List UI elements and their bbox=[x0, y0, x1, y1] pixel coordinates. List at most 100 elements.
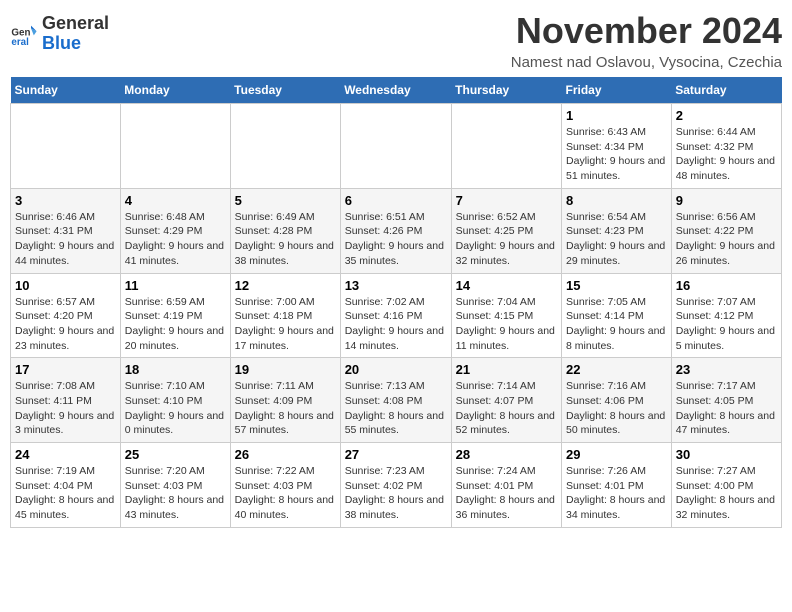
day-number: 7 bbox=[456, 193, 557, 208]
title-block: November 2024 Namest nad Oslavou, Vysoci… bbox=[511, 10, 782, 71]
calendar-table: SundayMondayTuesdayWednesdayThursdayFrid… bbox=[10, 77, 782, 528]
day-info: Sunrise: 6:44 AM Sunset: 4:32 PM Dayligh… bbox=[676, 125, 777, 184]
calendar-cell: 26 Sunrise: 7:22 AM Sunset: 4:03 PM Dayli… bbox=[230, 443, 340, 528]
day-info: Sunrise: 6:54 AM Sunset: 4:23 PM Dayligh… bbox=[566, 210, 667, 269]
day-info: Sunrise: 7:16 AM Sunset: 4:06 PM Dayligh… bbox=[566, 379, 667, 438]
day-info: Sunrise: 7:17 AM Sunset: 4:05 PM Dayligh… bbox=[676, 379, 777, 438]
calendar-cell bbox=[120, 104, 230, 189]
day-number: 3 bbox=[15, 193, 116, 208]
day-number: 23 bbox=[676, 362, 777, 377]
calendar-cell: 3 Sunrise: 6:46 AM Sunset: 4:31 PM Daylig… bbox=[11, 188, 121, 273]
day-number: 28 bbox=[456, 447, 557, 462]
day-info: Sunrise: 7:05 AM Sunset: 4:14 PM Dayligh… bbox=[566, 295, 667, 354]
day-number: 19 bbox=[235, 362, 336, 377]
day-number: 17 bbox=[15, 362, 116, 377]
calendar-cell: 23 Sunrise: 7:17 AM Sunset: 4:05 PM Dayli… bbox=[671, 358, 781, 443]
day-info: Sunrise: 7:26 AM Sunset: 4:01 PM Dayligh… bbox=[566, 464, 667, 523]
calendar-cell: 1 Sunrise: 6:43 AM Sunset: 4:34 PM Daylig… bbox=[562, 104, 672, 189]
day-info: Sunrise: 7:20 AM Sunset: 4:03 PM Dayligh… bbox=[125, 464, 226, 523]
calendar-week-1: 1 Sunrise: 6:43 AM Sunset: 4:34 PM Daylig… bbox=[11, 104, 782, 189]
calendar-cell: 13Sunrise: 7:02 AM Sunset: 4:16 PM Dayli… bbox=[340, 273, 451, 358]
calendar-cell bbox=[340, 104, 451, 189]
logo: Gen eral General Blue bbox=[10, 14, 109, 54]
day-info: Sunrise: 7:02 AM Sunset: 4:16 PM Dayligh… bbox=[345, 295, 447, 354]
day-info: Sunrise: 7:27 AM Sunset: 4:00 PM Dayligh… bbox=[676, 464, 777, 523]
calendar-cell: 6Sunrise: 6:51 AM Sunset: 4:26 PM Daylig… bbox=[340, 188, 451, 273]
day-info: Sunrise: 7:04 AM Sunset: 4:15 PM Dayligh… bbox=[456, 295, 557, 354]
header-thursday: Thursday bbox=[451, 77, 561, 104]
location-subtitle: Namest nad Oslavou, Vysocina, Czechia bbox=[511, 54, 782, 71]
day-info: Sunrise: 7:07 AM Sunset: 4:12 PM Dayligh… bbox=[676, 295, 777, 354]
day-number: 2 bbox=[676, 108, 777, 123]
day-number: 24 bbox=[15, 447, 116, 462]
calendar-cell: 20 Sunrise: 7:13 AM Sunset: 4:08 PM Dayli… bbox=[340, 358, 451, 443]
day-number: 11 bbox=[125, 278, 226, 293]
calendar-cell: 9 Sunrise: 6:56 AM Sunset: 4:22 PM Daylig… bbox=[671, 188, 781, 273]
header-monday: Monday bbox=[120, 77, 230, 104]
calendar-cell: 16 Sunrise: 7:07 AM Sunset: 4:12 PM Dayli… bbox=[671, 273, 781, 358]
calendar-cell: 14 Sunrise: 7:04 AM Sunset: 4:15 PM Dayli… bbox=[451, 273, 561, 358]
calendar-cell: 30 Sunrise: 7:27 AM Sunset: 4:00 PM Dayli… bbox=[671, 443, 781, 528]
day-info: Sunrise: 6:52 AM Sunset: 4:25 PM Dayligh… bbox=[456, 210, 557, 269]
day-info: Sunrise: 7:23 AM Sunset: 4:02 PM Dayligh… bbox=[345, 464, 447, 523]
day-number: 15 bbox=[566, 278, 667, 293]
calendar-cell: 4 Sunrise: 6:48 AM Sunset: 4:29 PM Daylig… bbox=[120, 188, 230, 273]
day-number: 8 bbox=[566, 193, 667, 208]
calendar-week-3: 10Sunrise: 6:57 AM Sunset: 4:20 PM Dayli… bbox=[11, 273, 782, 358]
day-number: 22 bbox=[566, 362, 667, 377]
calendar-week-5: 24 Sunrise: 7:19 AM Sunset: 4:04 PM Dayli… bbox=[11, 443, 782, 528]
calendar-cell: 28Sunrise: 7:24 AM Sunset: 4:01 PM Dayli… bbox=[451, 443, 561, 528]
day-info: Sunrise: 7:13 AM Sunset: 4:08 PM Dayligh… bbox=[345, 379, 447, 438]
logo-icon: Gen eral bbox=[10, 20, 38, 48]
calendar-header-row: SundayMondayTuesdayWednesdayThursdayFrid… bbox=[11, 77, 782, 104]
calendar-cell: 24 Sunrise: 7:19 AM Sunset: 4:04 PM Dayli… bbox=[11, 443, 121, 528]
day-number: 9 bbox=[676, 193, 777, 208]
day-info: Sunrise: 7:14 AM Sunset: 4:07 PM Dayligh… bbox=[456, 379, 557, 438]
day-number: 1 bbox=[566, 108, 667, 123]
header-friday: Friday bbox=[562, 77, 672, 104]
calendar-cell: 10Sunrise: 6:57 AM Sunset: 4:20 PM Dayli… bbox=[11, 273, 121, 358]
calendar-cell: 18 Sunrise: 7:10 AM Sunset: 4:10 PM Dayli… bbox=[120, 358, 230, 443]
day-number: 30 bbox=[676, 447, 777, 462]
day-number: 14 bbox=[456, 278, 557, 293]
svg-text:eral: eral bbox=[11, 37, 29, 48]
calendar-cell: 12Sunrise: 7:00 AM Sunset: 4:18 PM Dayli… bbox=[230, 273, 340, 358]
day-number: 20 bbox=[345, 362, 447, 377]
calendar-cell: 5 Sunrise: 6:49 AM Sunset: 4:28 PM Daylig… bbox=[230, 188, 340, 273]
day-info: Sunrise: 6:56 AM Sunset: 4:22 PM Dayligh… bbox=[676, 210, 777, 269]
day-info: Sunrise: 6:48 AM Sunset: 4:29 PM Dayligh… bbox=[125, 210, 226, 269]
calendar-cell: 17 Sunrise: 7:08 AM Sunset: 4:11 PM Dayli… bbox=[11, 358, 121, 443]
calendar-cell: 21Sunrise: 7:14 AM Sunset: 4:07 PM Dayli… bbox=[451, 358, 561, 443]
logo-text: General Blue bbox=[42, 14, 109, 54]
calendar-cell: 15 Sunrise: 7:05 AM Sunset: 4:14 PM Dayli… bbox=[562, 273, 672, 358]
day-info: Sunrise: 7:11 AM Sunset: 4:09 PM Dayligh… bbox=[235, 379, 336, 438]
day-info: Sunrise: 7:08 AM Sunset: 4:11 PM Dayligh… bbox=[15, 379, 116, 438]
calendar-week-4: 17 Sunrise: 7:08 AM Sunset: 4:11 PM Dayli… bbox=[11, 358, 782, 443]
day-info: Sunrise: 7:22 AM Sunset: 4:03 PM Dayligh… bbox=[235, 464, 336, 523]
day-info: Sunrise: 6:43 AM Sunset: 4:34 PM Dayligh… bbox=[566, 125, 667, 184]
day-number: 4 bbox=[125, 193, 226, 208]
day-number: 5 bbox=[235, 193, 336, 208]
day-info: Sunrise: 7:19 AM Sunset: 4:04 PM Dayligh… bbox=[15, 464, 116, 523]
calendar-cell: 19 Sunrise: 7:11 AM Sunset: 4:09 PM Dayli… bbox=[230, 358, 340, 443]
day-number: 25 bbox=[125, 447, 226, 462]
header-saturday: Saturday bbox=[671, 77, 781, 104]
month-title: November 2024 bbox=[511, 10, 782, 52]
day-info: Sunrise: 7:00 AM Sunset: 4:18 PM Dayligh… bbox=[235, 295, 336, 354]
calendar-cell bbox=[451, 104, 561, 189]
calendar-cell: 29 Sunrise: 7:26 AM Sunset: 4:01 PM Dayli… bbox=[562, 443, 672, 528]
header-tuesday: Tuesday bbox=[230, 77, 340, 104]
day-number: 18 bbox=[125, 362, 226, 377]
calendar-cell: 7 Sunrise: 6:52 AM Sunset: 4:25 PM Daylig… bbox=[451, 188, 561, 273]
day-info: Sunrise: 7:10 AM Sunset: 4:10 PM Dayligh… bbox=[125, 379, 226, 438]
day-info: Sunrise: 6:46 AM Sunset: 4:31 PM Dayligh… bbox=[15, 210, 116, 269]
day-number: 26 bbox=[235, 447, 336, 462]
calendar-cell: 25 Sunrise: 7:20 AM Sunset: 4:03 PM Dayli… bbox=[120, 443, 230, 528]
day-number: 16 bbox=[676, 278, 777, 293]
calendar-cell bbox=[11, 104, 121, 189]
day-number: 29 bbox=[566, 447, 667, 462]
header-wednesday: Wednesday bbox=[340, 77, 451, 104]
day-info: Sunrise: 6:49 AM Sunset: 4:28 PM Dayligh… bbox=[235, 210, 336, 269]
calendar-cell bbox=[230, 104, 340, 189]
page-header: Gen eral General Blue November 2024 Name… bbox=[10, 10, 782, 71]
